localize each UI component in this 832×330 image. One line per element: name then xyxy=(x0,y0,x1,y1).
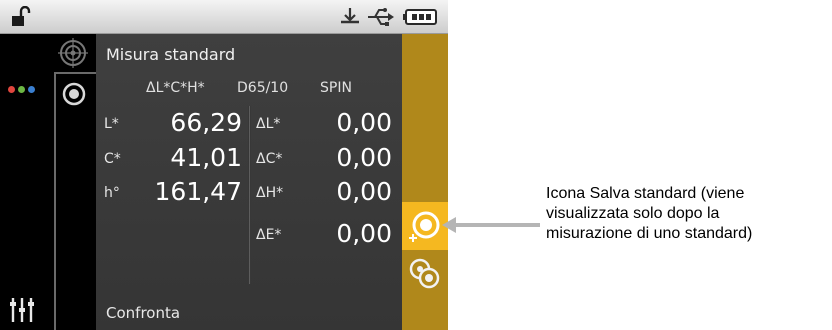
row-label: h° xyxy=(104,185,120,201)
right-rail xyxy=(402,34,448,330)
row-label: C* xyxy=(104,151,121,167)
row-delta-label: ΔE* xyxy=(256,227,282,243)
left-rail xyxy=(0,34,50,330)
save-standard-icon xyxy=(409,211,440,242)
menu-dot-blue[interactable] xyxy=(28,86,35,93)
battery-icon xyxy=(403,9,437,25)
column-divider xyxy=(248,106,251,284)
compare-targets-icon[interactable] xyxy=(407,256,441,290)
row-delta-label: ΔH* xyxy=(256,185,284,201)
row-delta-value: 0,00 xyxy=(336,177,392,206)
callout-line-text: misurazione di uno standard) xyxy=(546,225,753,242)
row-value: 66,29 xyxy=(170,108,242,137)
view-tab[interactable] xyxy=(54,72,96,330)
callout-text: Icona Salva standard (viene visualizzata… xyxy=(546,184,828,244)
row-delta-value: 0,00 xyxy=(336,219,392,248)
menu-dot-green[interactable] xyxy=(18,86,25,93)
compare-label[interactable]: Confronta xyxy=(106,304,180,322)
status-bar xyxy=(0,0,448,34)
row-delta-value: 0,00 xyxy=(336,108,392,137)
row-value: 161,47 xyxy=(154,177,242,206)
mode-label: SPIN xyxy=(320,80,352,96)
callout-line-text: visualizzata solo dopo la xyxy=(546,205,720,222)
row-delta-value: 0,00 xyxy=(336,143,392,172)
callout-line xyxy=(454,223,540,227)
menu-dot-red[interactable] xyxy=(8,86,15,93)
instrument-screen: Misura standard ΔL*C*H* D65/10 SPIN L* 6… xyxy=(0,0,448,330)
page-title: Misura standard xyxy=(106,45,236,64)
row-delta-label: ΔL* xyxy=(256,116,281,132)
row-delta-label: ΔC* xyxy=(256,151,283,167)
target-icon xyxy=(62,82,86,106)
unlock-icon xyxy=(12,6,31,26)
sliders-icon[interactable] xyxy=(8,296,38,324)
callout-line-text: Icona Salva standard (viene xyxy=(546,185,745,202)
target-gray-icon[interactable] xyxy=(58,38,88,68)
row-label: L* xyxy=(104,116,119,132)
illuminant-label: D65/10 xyxy=(237,80,289,96)
measurement-panel: Misura standard ΔL*C*H* D65/10 SPIN L* 6… xyxy=(96,34,402,330)
formula-label: ΔL*C*H* xyxy=(146,80,205,96)
download-icon[interactable] xyxy=(338,6,362,28)
usb-icon xyxy=(368,8,394,26)
row-value: 41,01 xyxy=(170,143,242,172)
